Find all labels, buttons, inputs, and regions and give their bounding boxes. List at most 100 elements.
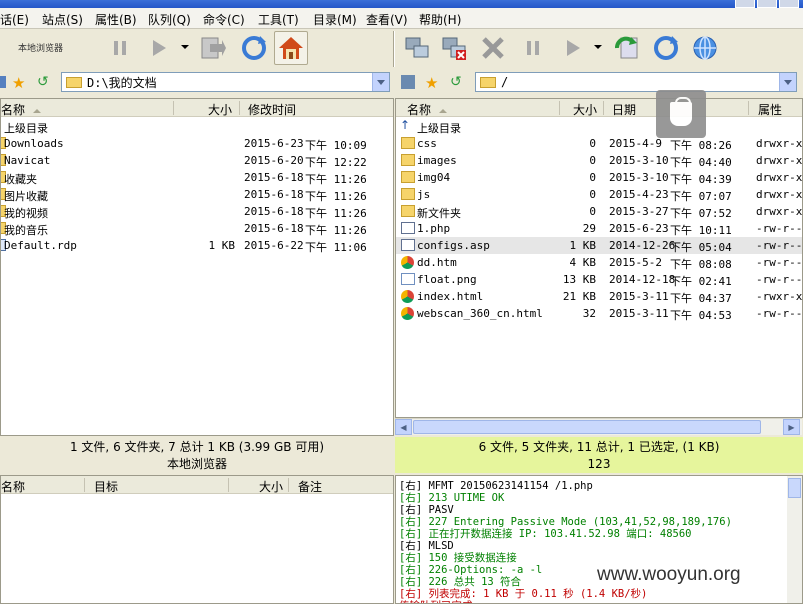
refresh-icon[interactable] [237, 31, 271, 65]
col-attr[interactable]: 属性 [758, 101, 782, 118]
site-icon[interactable] [401, 75, 415, 89]
pause-icon[interactable] [516, 31, 550, 65]
table-row[interactable]: ↑ 上级目录 [396, 118, 802, 135]
queue-col-target[interactable]: 目标 [94, 478, 118, 495]
table-row[interactable]: img04 0 2015-3-10下午 04:39 drwxr-xr [396, 169, 802, 186]
file-attr: -rw-r--r [756, 273, 803, 286]
table-row[interactable]: webscan_360_cn.html 32 2015-3-11 下午 04:53 -r… [396, 305, 802, 322]
menu-tools[interactable]: 工具(T) [258, 11, 299, 28]
log-vertical-scrollbar[interactable] [787, 476, 802, 603]
local-address-bar: ★ ↺ D:\我的文档 [0, 71, 394, 93]
favorites-star-icon[interactable]: ★ [425, 74, 438, 92]
close-button[interactable] [779, 0, 799, 8]
file-name: css [417, 137, 437, 150]
file-name: 收藏夹 [4, 173, 37, 186]
table-row[interactable]: configs.asp 1 KB 2014-12-26 下午 05:04 -rw-r--… [396, 237, 802, 254]
menu-queue[interactable]: 队列(Q) [148, 11, 191, 28]
refresh-icon[interactable] [649, 31, 683, 65]
local-path-dropdown[interactable] [372, 73, 389, 91]
scroll-thumb[interactable] [413, 420, 761, 434]
view-icon[interactable] [0, 76, 6, 88]
back-arrow-icon[interactable]: ↺ [37, 74, 49, 90]
maximize-button[interactable] [757, 0, 777, 8]
file-size: 0 [589, 205, 596, 218]
queue-col-name[interactable]: 名称 [1, 478, 25, 495]
remote-path-input[interactable]: / [475, 72, 797, 92]
file-date: 2015-6-18 [244, 222, 304, 235]
chrome-icon [401, 290, 414, 303]
menu-session[interactable]: 话(E) [0, 11, 29, 28]
table-row[interactable]: 上级目录 [1, 118, 393, 135]
file-name: configs.asp [417, 239, 490, 252]
table-row[interactable]: Downloads 2015-6-23 下午 10:09 [1, 135, 393, 152]
col-date[interactable]: 日期 [612, 101, 636, 118]
scroll-right-button[interactable]: ▶ [783, 419, 800, 435]
table-row[interactable]: images 0 2015-3-10下午 04:40 drwxr-xr [396, 152, 802, 169]
favorites-star-icon[interactable]: ★ [12, 74, 25, 92]
file-time: 下午 11:26 [305, 173, 367, 186]
file-date: 2015-6-20 [244, 154, 304, 167]
col-size[interactable]: 大小 [208, 101, 232, 118]
delete-icon[interactable] [476, 31, 510, 65]
table-row[interactable]: float.png 13 KB 2014-12-18下午 02:41 -rw-r--r [396, 271, 802, 288]
menu-command[interactable]: 命令(C) [203, 11, 245, 28]
col-name[interactable]: 名称 [407, 101, 448, 118]
floating-bag-widget[interactable] [656, 90, 706, 138]
remote-horizontal-scrollbar[interactable]: ◀ ▶ [395, 418, 802, 435]
folder-icon [401, 137, 415, 149]
queue-column-header: 名称 目标 大小 备注 [1, 476, 393, 494]
minimize-button[interactable] [735, 0, 755, 8]
connect-icon[interactable] [400, 31, 434, 65]
table-row[interactable]: 收藏夹 2015-6-18 下午 11:26 [1, 169, 393, 186]
file-attr: drwxr-xr [756, 137, 803, 150]
file-attr: -rw-r--r [756, 239, 803, 252]
download-icon[interactable] [195, 31, 229, 65]
menu-view[interactable]: 查看(V) [366, 11, 408, 28]
remote-path-dropdown[interactable] [779, 73, 796, 91]
table-row[interactable]: 我的视频 2015-6-18 下午 11:26 [1, 203, 393, 220]
disconnect-icon[interactable] [437, 31, 471, 65]
queue-col-note[interactable]: 备注 [298, 478, 322, 495]
queue-col-size[interactable]: 大小 [259, 478, 283, 495]
home-icon[interactable] [274, 31, 308, 65]
col-name[interactable]: 名称 [1, 101, 42, 118]
file-name: 1.php [417, 222, 451, 235]
table-row[interactable]: 1.php 29 2015-6-23下午 10:11 -rw-r--r [396, 220, 802, 237]
table-row[interactable]: index.html 21 KB 2015-3-11下午 04:37 -rwxr-xr [396, 288, 802, 305]
file-attr: drwxr-xr [756, 154, 803, 167]
play-icon[interactable] [141, 31, 175, 65]
log-line: 传输队列已完成 [399, 598, 473, 603]
menu-properties[interactable]: 属性(B) [95, 11, 137, 28]
menu-sites[interactable]: 站点(S) [42, 11, 83, 28]
table-row[interactable]: css 0 2015-4-9 下午 08:26 drwxr-xr [396, 135, 802, 152]
file-name: Downloads [4, 137, 64, 150]
upload-icon[interactable] [610, 31, 644, 65]
table-row[interactable]: 图片收藏 2015-6-18 下午 11:26 [1, 186, 393, 203]
table-row[interactable]: 我的音乐 2015-6-18 下午 11:26 [1, 220, 393, 237]
back-arrow-icon[interactable]: ↺ [450, 74, 462, 90]
table-row[interactable]: dd.htm 4 KB 2015-5-2 下午 08:08 -rw-r--r [396, 254, 802, 271]
folder-icon [480, 76, 496, 88]
menu-help[interactable]: 帮助(H) [419, 11, 461, 28]
local-status-label: 本地浏览器 [166, 457, 227, 471]
table-row[interactable]: Navicat 2015-6-20 下午 12:22 [1, 152, 393, 169]
dropdown-icon[interactable] [181, 45, 189, 49]
menu-directory[interactable]: 目录(M) [313, 11, 357, 28]
table-row[interactable]: Default.rdp 1 KB 2015-6-22 下午 11:06 [1, 237, 393, 254]
globe-icon[interactable] [688, 31, 722, 65]
table-row[interactable]: 新文件夹 0 2015-3-27下午 07:52 drwxr-xr [396, 203, 802, 220]
pause-icon[interactable] [103, 31, 137, 65]
play-icon[interactable] [555, 31, 589, 65]
file-icon [401, 239, 415, 251]
table-row[interactable]: js 0 2015-4-23下午 07:07 drwxr-xr [396, 186, 802, 203]
dropdown-icon[interactable] [594, 45, 602, 49]
col-modified[interactable]: 修改时间 [248, 101, 296, 118]
scroll-left-button[interactable]: ◀ [395, 419, 412, 435]
watermark: www.wooyun.org [597, 564, 741, 585]
local-path-input[interactable]: D:\我的文档 [61, 72, 390, 92]
file-attr: drwxr-xr [756, 188, 803, 201]
file-size: 4 KB [569, 256, 597, 269]
png-icon [401, 273, 415, 285]
col-size[interactable]: 大小 [573, 101, 597, 118]
file-date: 2015-3-27 [609, 205, 669, 218]
